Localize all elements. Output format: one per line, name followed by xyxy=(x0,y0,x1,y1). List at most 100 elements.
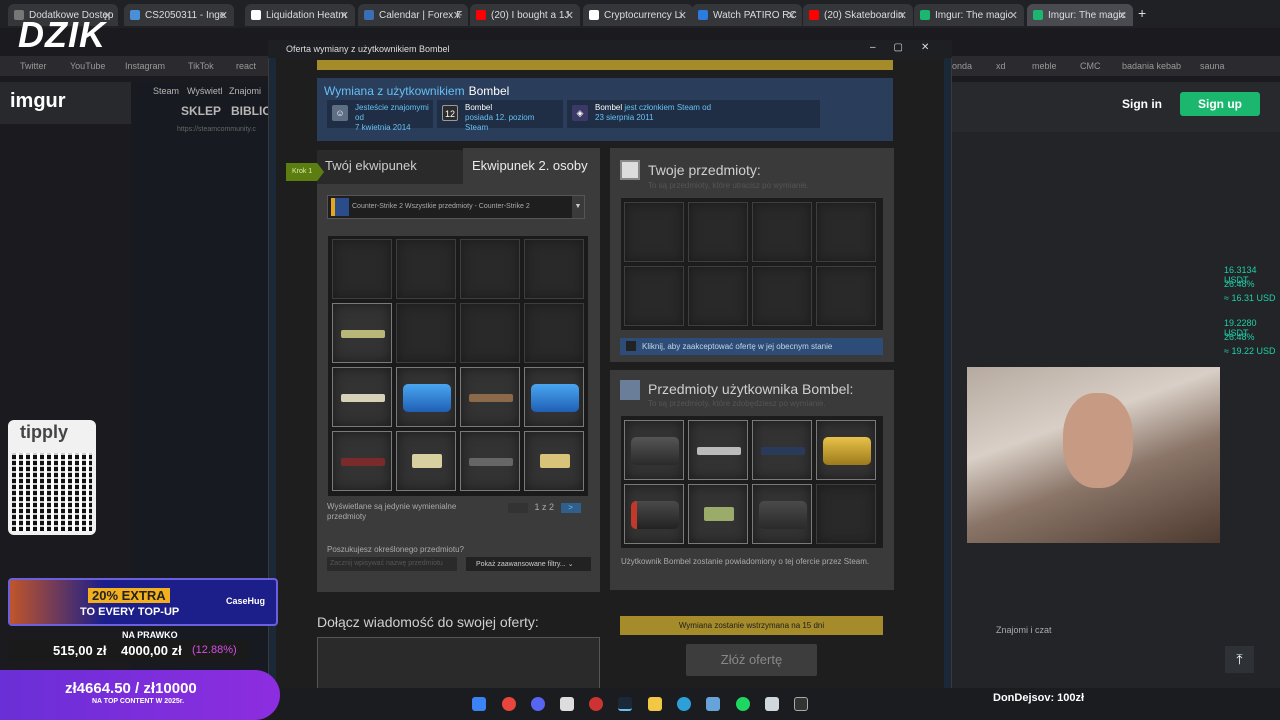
tab-label: Cryptocurrency Li xyxy=(604,9,683,21)
bookmark[interactable]: onda xyxy=(952,61,972,71)
close-icon[interactable]: ✕ xyxy=(219,9,228,22)
item-search-input[interactable]: Zacznij wpisywać nazwę przedmiotu xyxy=(327,557,457,571)
inventory-item[interactable] xyxy=(460,431,520,491)
browser-tab[interactable]: Imgur: The magic ✕ xyxy=(1027,4,1133,26)
partner-name[interactable]: Bombel xyxy=(469,84,510,98)
tradable-note: Wyświetlane są jedynie wymienialne przed… xyxy=(327,502,457,521)
app-icon[interactable] xyxy=(560,697,574,711)
new-tab-button[interactable]: + xyxy=(1138,5,1146,21)
steam-url: https://steamcommunity.c xyxy=(177,126,256,133)
advanced-filters-label: Pokaż zaawansowane filtry... xyxy=(476,561,566,568)
inventory-item[interactable] xyxy=(752,484,812,544)
inventory-item[interactable] xyxy=(396,431,456,491)
browser-tab[interactable]: (20) I bought a 1J ✕ xyxy=(470,4,580,26)
bookmark[interactable]: TikTok xyxy=(188,61,214,71)
bookmark[interactable]: CMC xyxy=(1080,61,1101,71)
close-icon[interactable]: ✕ xyxy=(1118,9,1127,22)
browser-tab[interactable]: Imgur: The magic ✕ xyxy=(914,4,1024,26)
inventory-item[interactable] xyxy=(332,431,392,491)
page-prev-button[interactable] xyxy=(508,502,528,513)
inventory-item[interactable] xyxy=(624,420,684,480)
inventory-slot-empty xyxy=(816,266,876,326)
spotify-icon[interactable] xyxy=(736,697,750,711)
sign-in-link[interactable]: Sign in xyxy=(1122,97,1162,111)
steam-icon[interactable] xyxy=(618,697,632,711)
inventory-item[interactable] xyxy=(460,367,520,427)
game-select-value: Counter-Strike 2 Wszystkie przedmioty - … xyxy=(352,203,530,210)
browser-tab[interactable]: Calendar | Forex F ✕ xyxy=(358,4,468,26)
inventory-item[interactable] xyxy=(752,420,812,480)
your-items-heading: Twoje przedmioty: xyxy=(648,162,761,178)
cs2-icon xyxy=(331,198,349,216)
inventory-item[interactable] xyxy=(332,303,392,363)
goal-target: 4000,00 zł xyxy=(121,643,182,658)
browser-tab[interactable]: (20) Skateboardin ✕ xyxy=(803,4,913,26)
bookmark[interactable]: Twitter xyxy=(20,61,47,71)
weapon-icon xyxy=(704,507,734,521)
inventory-item[interactable] xyxy=(396,367,456,427)
close-icon[interactable]: ✕ xyxy=(787,9,796,22)
bookmark[interactable]: xd xyxy=(996,61,1006,71)
close-icon[interactable]: ✕ xyxy=(565,9,574,22)
tab-your-inventory[interactable]: Twój ekwipunek xyxy=(317,150,463,184)
inventory-item[interactable] xyxy=(332,367,392,427)
browser-tab[interactable]: Liquidation Heatm ✕ xyxy=(245,4,355,26)
app-icon[interactable] xyxy=(794,697,808,711)
inventory-item[interactable] xyxy=(624,484,684,544)
crypto-value: ≈ 19.22 USD xyxy=(1224,346,1276,356)
member-name: Bombel xyxy=(595,103,623,112)
weapon-icon xyxy=(469,394,513,402)
weapon-case-icon xyxy=(631,501,679,529)
tab-label: Imgur: The magic xyxy=(1048,9,1126,21)
tab-their-inventory[interactable]: Ekwipunek 2. osoby xyxy=(463,148,600,184)
close-icon[interactable]: ✕ xyxy=(1009,9,1018,22)
game-select[interactable]: Counter-Strike 2 Wszystkie przedmioty - … xyxy=(327,195,585,219)
start-icon[interactable] xyxy=(472,697,486,711)
scroll-up-icon[interactable]: ⤒ xyxy=(1225,646,1254,673)
bookmark[interactable]: Instagram xyxy=(125,61,165,71)
steam-nav-store[interactable]: SKLEP xyxy=(181,104,221,118)
tab-favicon xyxy=(698,10,708,20)
close-icon[interactable]: ✕ xyxy=(678,9,687,22)
notepad-icon[interactable] xyxy=(765,697,779,711)
app-icon[interactable] xyxy=(706,697,720,711)
friends-chat-button[interactable]: Znajomi i czat xyxy=(996,625,1052,635)
weapon-icon xyxy=(341,458,385,466)
promo-headline: 20% EXTRA xyxy=(88,588,170,603)
bookmark[interactable]: YouTube xyxy=(70,61,105,71)
folder-icon[interactable] xyxy=(648,697,662,711)
app-icon[interactable] xyxy=(589,697,603,711)
browser-tab[interactable]: Watch PATIRO RC ✕ xyxy=(692,4,802,26)
chrome-icon[interactable] xyxy=(502,697,516,711)
accept-checkbox-row[interactable]: Kliknij, aby zaakceptować ofertę w jej o… xyxy=(620,338,883,355)
their-items-subtitle: To są przedmioty, które zdobędziesz po w… xyxy=(648,399,826,408)
browser-tab[interactable]: Cryptocurrency Li ✕ xyxy=(583,4,693,26)
page-next-button[interactable]: > xyxy=(560,502,581,513)
discord-icon[interactable] xyxy=(531,697,545,711)
submit-offer-button[interactable]: Złóż ofertę xyxy=(686,644,817,676)
steam-menu-view[interactable]: Wyświetl xyxy=(187,86,222,96)
close-icon[interactable]: ✕ xyxy=(898,9,907,22)
sign-up-button[interactable]: Sign up xyxy=(1180,92,1260,116)
inventory-item[interactable] xyxy=(524,431,584,491)
checkbox[interactable] xyxy=(626,341,636,351)
browser-tab[interactable]: CS2050311 - Inge ✕ xyxy=(124,4,234,26)
advanced-filters-button[interactable]: Pokaż zaawansowane filtry... ⌄ xyxy=(466,557,591,571)
steam-label[interactable]: Steam xyxy=(153,86,179,96)
message-textarea[interactable] xyxy=(317,637,600,689)
steam-nav-library[interactable]: BIBLIO xyxy=(231,104,272,118)
steam-menu-friends[interactable]: Znajomi xyxy=(229,86,261,96)
accept-label: Kliknij, aby zaakceptować ofertę w jej o… xyxy=(642,342,833,351)
inventory-item[interactable] xyxy=(524,367,584,427)
close-icon[interactable]: ✕ xyxy=(340,9,349,22)
inventory-item[interactable] xyxy=(688,420,748,480)
bookmark[interactable]: badania kebab xyxy=(1122,61,1181,71)
inventory-item[interactable] xyxy=(688,484,748,544)
app-icon[interactable] xyxy=(677,697,691,711)
bookmark[interactable]: react xyxy=(236,61,256,71)
close-icon[interactable]: ✕ xyxy=(453,9,462,22)
window-controls[interactable]: –▢✕ xyxy=(870,42,947,53)
bookmark[interactable]: meble xyxy=(1032,61,1057,71)
inventory-item[interactable] xyxy=(816,420,876,480)
bookmark[interactable]: sauna xyxy=(1200,61,1225,71)
